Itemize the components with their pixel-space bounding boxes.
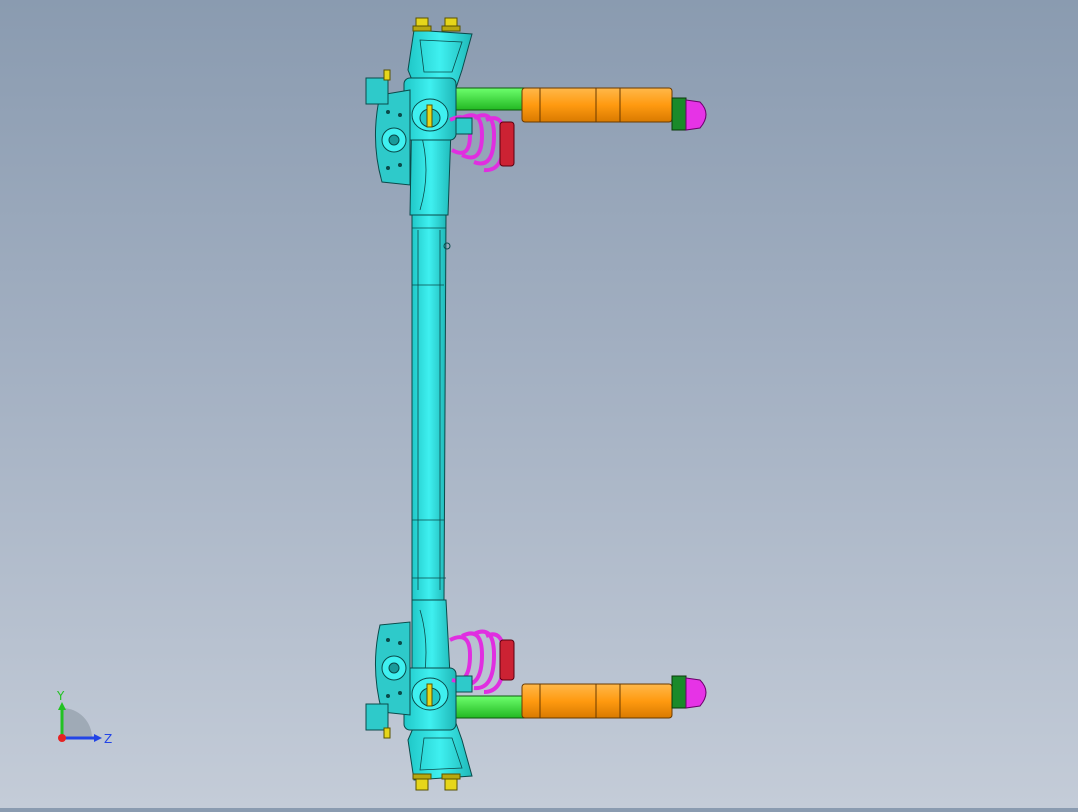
top-bolts: [412, 17, 461, 32]
lower-spring-seat: [499, 639, 515, 681]
lower-trailing-arm[interactable]: [449, 695, 529, 719]
axle-beam[interactable]: [411, 214, 451, 601]
x-axis-dot: [58, 734, 66, 742]
suspension-assembly-model[interactable]: [0, 0, 1078, 808]
lower-caliper-bracket: [365, 703, 389, 731]
coordinate-triad: Y Z: [56, 689, 112, 746]
upper-caliper-bracket: [365, 77, 389, 105]
z-axis-label: Z: [104, 732, 112, 746]
lower-suspension-assembly[interactable]: [365, 599, 707, 791]
upper-trailing-arm[interactable]: [449, 87, 529, 111]
upper-bushing[interactable]: [403, 77, 457, 141]
lower-bushing[interactable]: [403, 667, 457, 731]
lower-brake-disc[interactable]: [375, 621, 411, 716]
upper-suspension-assembly[interactable]: [365, 17, 707, 216]
y-axis-label: Y: [56, 689, 65, 703]
lower-damper[interactable]: [521, 675, 707, 719]
cad-graphics-viewport[interactable]: Y Z: [0, 0, 1078, 808]
upper-spring-seat: [499, 121, 515, 167]
upper-damper[interactable]: [521, 87, 707, 131]
